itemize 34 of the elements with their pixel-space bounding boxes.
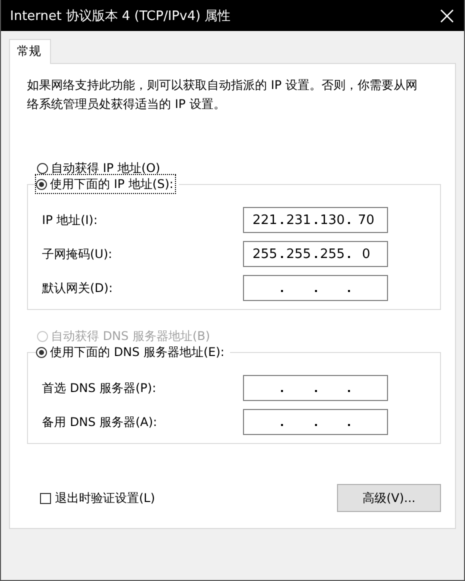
octet-separator <box>280 222 283 224</box>
octet-separator <box>348 222 350 224</box>
field-label: 首选 DNS 服务器(P): <box>42 380 156 396</box>
octet-separator <box>314 290 316 292</box>
ip-address-field[interactable] <box>243 275 388 301</box>
octet-separator <box>280 390 283 392</box>
field-label: 备用 DNS 服务器(A): <box>42 414 158 430</box>
octet-separator <box>314 222 316 224</box>
field-label: 子网掩码(U): <box>42 246 112 262</box>
octet-separator <box>280 424 283 426</box>
validate-checkbox[interactable]: 退出时验证设置(L) <box>40 490 156 506</box>
radio-option[interactable]: 使用下面的 IP 地址(S): <box>36 175 176 193</box>
octet-separator <box>348 424 350 426</box>
octet-separator <box>314 424 316 426</box>
radio-option[interactable]: 自动获得 IP 地址(O) <box>37 159 162 177</box>
ip-address-field[interactable] <box>243 375 388 401</box>
octet-separator <box>314 256 316 258</box>
ip-address-field[interactable]: 221 231 130 70 <box>243 207 388 233</box>
octet-separator <box>280 290 283 292</box>
window-title: Internet 协议版本 4 (TCP/IPv4) 属性 <box>10 8 231 24</box>
close-icon[interactable] <box>440 8 454 22</box>
field-label: 默认网关(D): <box>42 280 113 296</box>
octet-separator <box>348 290 350 292</box>
octet-separator <box>348 256 350 258</box>
octet-separator <box>348 390 350 392</box>
radio-option[interactable]: 使用下面的 DNS 服务器地址(E): <box>36 343 226 361</box>
tab[interactable]: 常规 <box>9 39 51 64</box>
octet-separator <box>314 390 316 392</box>
description-text: 如果网络支持此功能，则可以获取自动指派的 IP 设置。否则，你需要从网络系统管理员处获得适当的 IP 设置。 <box>27 77 418 113</box>
advanced-button[interactable]: 高级(V)... <box>337 484 441 512</box>
field-label: IP 地址(I): <box>42 212 98 228</box>
octet-separator <box>280 256 283 258</box>
ip-address-field[interactable] <box>243 409 388 435</box>
ip-address-field[interactable]: 255 255 255 0 <box>243 241 388 267</box>
